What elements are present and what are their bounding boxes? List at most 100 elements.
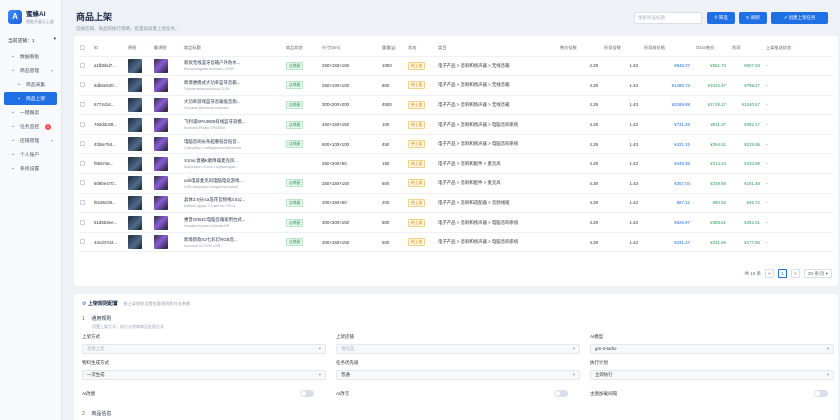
row-checkbox[interactable] [80,219,85,225]
priority-select[interactable]: 普通 ▾ [336,370,580,380]
table-row[interactable]: 51d553ee... 惠普G004C电脑音箱家用台式... Компьютерны… [78,212,834,233]
translated-image[interactable] [154,97,168,112]
pager-total: 共 10 条 [744,270,761,276]
table-row[interactable]: f6185c09... 晶体3.5分rca莲花音频线3.5公... Кабель а… [78,193,834,214]
store-select[interactable]: 请先选... ▾ [336,344,580,354]
create-task-button[interactable]: ➚ 创建上架任务 [771,12,828,24]
table-row[interactable]: 608be470... usb电容麦克风电脑电竞游戏... USB-микрофон… [78,173,834,194]
row-checkbox[interactable] [80,121,85,127]
original-image[interactable] [128,58,142,73]
price-multiplier: 4.29 [589,141,598,147]
original-image[interactable] [128,195,142,210]
original-image[interactable] [128,137,142,152]
pager-prev-button[interactable]: < [764,269,774,278]
step-1-title: 通用规则 [91,316,112,322]
table-row[interactable]: f6567a5... X1mic直播K歌降噪麦克风... Микрофон X1mi… [78,153,834,175]
translated-image[interactable] [154,117,168,132]
shop-selector[interactable]: 当前店铺：1 ▾ [8,37,56,44]
rocket-icon: ➚ [783,15,788,20]
original-image[interactable] [128,176,142,191]
product-state-tag: 店铺屋 [286,120,304,129]
table-row[interactable]: 6774cb4... 大功率游戏蓝牙音箱低音炮... Игровая Bluetoo… [78,95,834,116]
pager-size-select[interactable]: 20 条/页 ▾ [803,269,832,278]
product-id: 51d553ee... [94,220,118,226]
table-row[interactable]: 6db5e530... 跨境便携式大功率蓝牙音箱... Портативная ко… [78,75,834,96]
original-image[interactable] [128,78,142,93]
product-state-tag: 店铺屋 [286,179,304,188]
row-checkbox[interactable] [80,199,85,205]
product-title: 电脑音响长条超重低音低音... [184,138,241,144]
product-title: 跨境新款X2七彩灯RGB音... [184,236,238,242]
sidebar-item-0[interactable]: ▪ 数据看板 [4,50,57,63]
product-state-tag: 店铺屋 [286,140,304,149]
sidebar-item-3[interactable]: ▪ 商品上架 [4,92,57,105]
translated-image[interactable] [154,156,168,171]
sidebar-item-2[interactable]: ▪ 商品采集 [4,78,57,91]
table-row[interactable]: 34cd47d4... 跨境新款X2七彩灯RGB音... Колонки X2 RG… [78,232,834,253]
row-checkbox[interactable] [80,141,85,147]
chevron-down-icon: ▾ [826,346,829,351]
translated-image[interactable] [154,176,168,191]
variant-select[interactable]: 一次生成 ▾ [82,370,326,380]
plan-label: 执行计划 [590,360,608,365]
original-image[interactable] [128,235,142,250]
product-title-translated: Саундбар с сабвуфером Bluetooth [184,145,242,150]
product-title-translated: Беспроводная колонка с RGB [184,67,234,72]
search-input[interactable]: 搜索商品标题 [634,12,702,24]
ai-rewrite-toggle[interactable] [554,390,568,397]
translated-image[interactable] [154,235,168,250]
sidebar-item-4[interactable]: ▪ 一键跟卖 [4,106,57,119]
translated-image[interactable] [154,78,168,93]
mode-select[interactable]: 直接上架 ▾ [82,344,326,354]
column-header-0[interactable] [78,40,92,57]
product-size: 300×200×200 [322,102,350,108]
step-2-title: 商品信息 [91,411,112,417]
price-before-discount: ¥2499.88 [671,102,690,108]
discount-multiplier: 1.43 [629,200,638,206]
sidebar-item-6[interactable]: ▪ 店铺管理 ▾ [4,134,57,147]
sidebar-item-8[interactable]: ▪ 系统设置 [4,162,57,175]
table-row[interactable]: 760d3c88... 飞利浦SPA3809有线蓝牙双模... Колонки Ph… [78,114,834,135]
translated-image[interactable] [154,195,168,210]
monitor-icon: ▪ [12,123,14,130]
select-all-checkbox[interactable] [80,44,85,50]
filter-button[interactable]: ⚲ 筛选 [707,12,735,24]
model-select[interactable]: gm-3-turbo ▾ [590,344,834,354]
original-image[interactable] [128,97,142,112]
priority-value: 普通 [341,372,350,377]
table-row[interactable]: a1fb5bd7... 新款无线蓝牙音箱户外防水... Беспроводная к… [78,56,834,77]
push-status: - [766,122,768,128]
row-checkbox[interactable] [80,180,85,186]
product-title: 飞利浦SPA3809有线蓝牙双模... [184,119,246,125]
status-badge: 待上架 [408,159,426,168]
translated-image[interactable] [154,58,168,73]
original-image[interactable] [128,117,142,132]
ai-image-toggle[interactable] [300,390,314,397]
table-row[interactable]: 4f36e754... 电脑音响长条超重低音低音... Саундбар с саб… [78,134,834,155]
sidebar-item-5[interactable]: ▪ 任务监控 1 [4,120,57,133]
pager-page-1[interactable]: 1 [777,269,787,278]
ozon-price: ¥294.51 [710,141,726,147]
row-checkbox[interactable] [80,62,85,68]
price-before-discount: ¥946.27 [674,63,690,69]
original-image[interactable] [128,156,142,171]
product-title: 惠普G004C电脑音箱家用台式... [184,217,246,223]
row-checkbox[interactable] [80,82,85,88]
plan-select[interactable]: 立即执行 ▾ [590,370,834,380]
sidebar-item-label: 店铺管理 [20,139,40,144]
column-header-12: 折扣前价格 [642,40,694,57]
sidebar-item-1[interactable]: ▪ 商品管理 ▾ [4,64,57,77]
translated-image[interactable] [154,215,168,230]
row-checkbox[interactable] [80,239,85,245]
pager-next-button[interactable]: > [790,269,800,278]
row-checkbox[interactable] [80,160,85,166]
sidebar-item-7[interactable]: ▪ 个人账户 [4,148,57,161]
translated-image[interactable] [154,137,168,152]
image-interval-toggle[interactable] [814,390,828,397]
product-table-card: ID 原图 翻译图 商品标题 商品状态 尺寸(mm) 重量(g) 状态 类目 售价倍数 折扣倍数 折扣… [74,36,838,286]
row-checkbox[interactable] [80,101,85,107]
sidebar-nav: ▪ 数据看板 ▪ 商品管理 ▾ ▪ 商品采集 ▪ 商品上架 ▪ 一键跟卖 ▪ 任务监控 1 ▪ 店铺管理 ▾ ▪ 个… [0,50,61,175]
original-image[interactable] [128,215,142,230]
refresh-button[interactable]: ↻ 刷新 [739,12,767,24]
discount-multiplier: 1.43 [629,82,638,88]
